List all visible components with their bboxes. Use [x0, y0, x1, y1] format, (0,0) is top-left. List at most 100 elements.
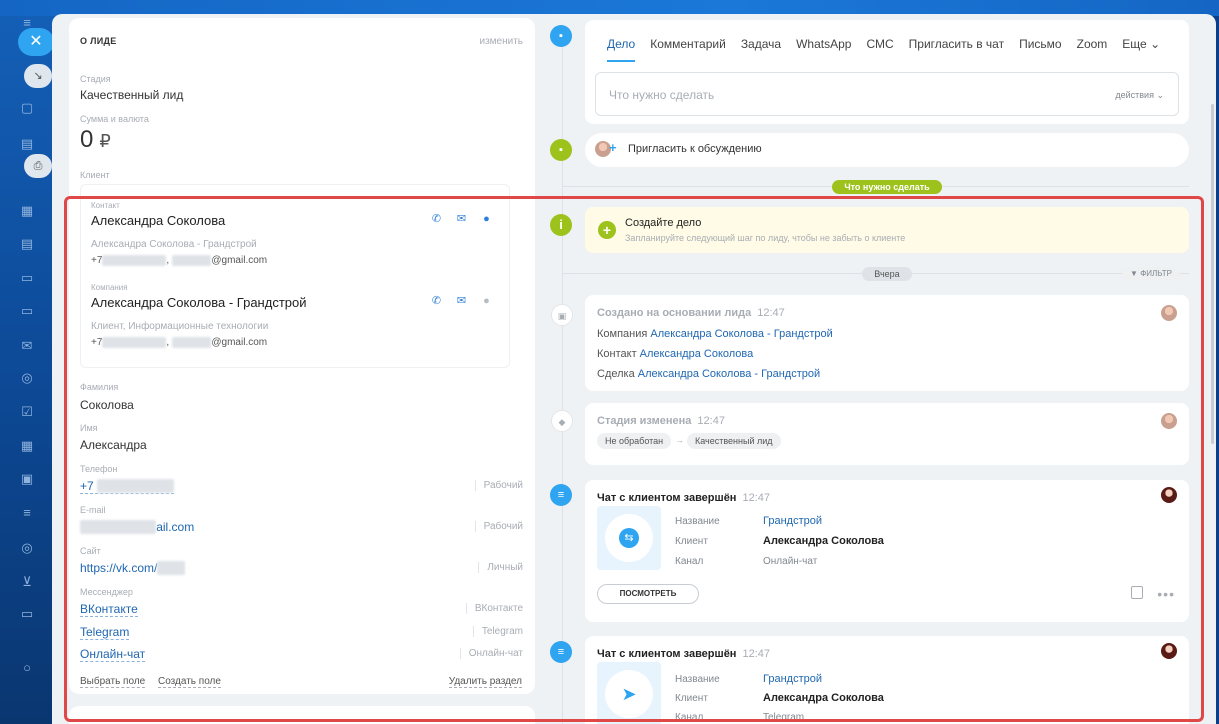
create-task-title: Создайте дело [625, 217, 702, 229]
sum-value[interactable]: 0 ₽ [80, 126, 111, 154]
lastname-value[interactable]: Соколова [80, 398, 134, 412]
tab-deal[interactable]: Дело [607, 37, 636, 62]
lead-info-card: О ЛИДЕ изменить Стадия Качественный лид … [69, 18, 535, 694]
edit-section-link[interactable]: изменить [479, 36, 523, 47]
event-company-row: Компания Александра Соколова - Грандстро… [597, 328, 833, 340]
create-task-subtitle: Запланируйте следующий шаг по лиду, чтоб… [625, 233, 906, 243]
add-icon[interactable]: + [598, 221, 616, 239]
tab-letter[interactable]: Письмо [1019, 37, 1062, 62]
section-footer: Выбрать поле Создать поле Удалить раздел [80, 676, 522, 688]
file-icon[interactable]: ▤ [18, 236, 36, 252]
phone-value[interactable]: +7 000 000 00 00 [80, 479, 174, 494]
sum-label: Сумма и валюта [80, 114, 149, 124]
name-label: Имя [80, 423, 98, 433]
invite-discussion-card[interactable]: + Пригласить к обсуждению [585, 133, 1189, 167]
tasks-icon[interactable]: ☑ [18, 404, 36, 420]
messenger-online-chat[interactable]: Онлайн-чат [80, 647, 146, 662]
mail-icon[interactable]: ✉ [18, 338, 36, 354]
user-avatar [1161, 413, 1177, 429]
stage-value[interactable]: Качественный лид [80, 88, 183, 102]
currency-symbol: ₽ [99, 131, 111, 151]
telegram-icon: ➤ [619, 684, 639, 704]
close-slider-button[interactable]: ✕ [18, 28, 54, 56]
activity-editor: Дело Комментарий Задача WhatsApp СМС При… [585, 20, 1189, 124]
chat-icon[interactable]: ● [480, 295, 493, 308]
print-icon[interactable]: ⎙ [24, 154, 52, 178]
chat-name-label: Название [675, 516, 720, 527]
document-icon[interactable]: ▤ [18, 136, 36, 152]
deal-link[interactable]: Александра Соколова - Грандстрой [638, 368, 820, 380]
cart-icon[interactable]: ⊻ [18, 574, 36, 590]
chat-channel-label: Канал [675, 556, 704, 567]
email-icon[interactable]: ✉ [455, 295, 468, 308]
event-title: Чат с клиентом завершён 12:47 [597, 648, 770, 660]
client-label: Клиент [80, 170, 110, 180]
name-value[interactable]: Александра [80, 438, 147, 452]
contact-label: Контакт [91, 201, 120, 210]
chat-channel-label: Канал [675, 712, 704, 723]
tab-sms[interactable]: СМС [866, 37, 893, 62]
todo-input[interactable]: Что нужно сделать действия ⌄ [595, 72, 1179, 116]
contact-link[interactable]: Александра Соколова [640, 348, 754, 360]
settings-icon[interactable]: ○ [18, 660, 36, 676]
chat-icon[interactable]: ▢ [18, 100, 36, 116]
phone-icon[interactable]: ✆ [430, 213, 443, 226]
chat-client-value: Александра Соколова [763, 692, 884, 704]
company-name[interactable]: Александра Соколова - Грандстрой [91, 295, 307, 310]
calendar-icon[interactable]: ▦ [18, 203, 36, 219]
target-icon[interactable]: ◎ [18, 540, 36, 556]
chevron-down-icon: ⌄ [1150, 37, 1161, 51]
crm-lead-slider: О ЛИДЕ изменить Стадия Качественный лид … [52, 14, 1216, 724]
tab-comment[interactable]: Комментарий [650, 37, 726, 62]
create-field-link[interactable]: Создать поле [158, 676, 221, 688]
phone-icon[interactable]: ✆ [430, 295, 443, 308]
board-icon[interactable]: ▭ [18, 270, 36, 286]
next-section-card [69, 706, 535, 724]
storage-icon[interactable]: ▭ [18, 303, 36, 319]
todo-pill: Что нужно сделать [832, 180, 942, 194]
choose-field-link[interactable]: Выбрать поле [80, 676, 146, 688]
calendar2-icon[interactable]: ▦ [18, 438, 36, 454]
user-avatar [1161, 487, 1177, 503]
event-title: Стадия изменена 12:47 [597, 415, 725, 427]
email-icon[interactable]: ✉ [455, 213, 468, 226]
contact-details: +7000 000 00 00, sokolova@gmail.com [91, 255, 268, 266]
event-chat-online: Чат с клиентом завершён 12:47 ⇆ Название … [585, 480, 1189, 622]
contacts-icon[interactable]: ◎ [18, 370, 36, 386]
site-value[interactable]: https://vk.com/sokol [80, 561, 186, 575]
tab-zoom[interactable]: Zoom [1077, 37, 1108, 62]
filter-button[interactable]: ▼ ФИЛЬТР [1122, 267, 1180, 281]
tab-more[interactable]: Еще ⌄ [1122, 37, 1160, 62]
company-link[interactable]: Александра Соколова - Грандстрой [650, 328, 832, 340]
contact-name[interactable]: Александра Соколова [91, 213, 225, 228]
create-task-card[interactable]: + Создайте дело Запланируйте следующий ш… [585, 207, 1189, 253]
chat-name-value[interactable]: Грандстрой [763, 515, 822, 527]
chat-name-value[interactable]: Грандстрой [763, 673, 822, 685]
messenger-vk[interactable]: ВКонтакте [80, 602, 138, 617]
chat-icon[interactable]: ● [480, 213, 493, 226]
messenger-vk-type: ВКонтакте [465, 603, 523, 614]
site-label: Сайт [80, 546, 101, 556]
online-chat-image: ⇆ [597, 506, 661, 570]
phone-label: Телефон [80, 464, 118, 474]
messenger-telegram-type: Telegram [472, 626, 523, 637]
timeline-scrollbar[interactable] [1211, 104, 1214, 444]
delete-section-link[interactable]: Удалить раздел [448, 676, 522, 688]
box-icon[interactable]: ▣ [18, 471, 36, 487]
chat-bubble-icon: ≡ [550, 641, 572, 663]
view-button[interactable]: ПОСМОТРЕТЬ [597, 584, 699, 604]
minimize-icon[interactable]: ↘ [24, 64, 52, 88]
note-icon[interactable] [1131, 586, 1143, 599]
tab-task[interactable]: Задача [741, 37, 781, 62]
messenger-telegram[interactable]: Telegram [80, 625, 130, 640]
more-icon[interactable]: ••• [1157, 587, 1175, 601]
event-chat-telegram: Чат с клиентом завершён 12:47 ➤ Название … [585, 636, 1189, 724]
email-value[interactable]: sokolova@gmail.com [80, 520, 194, 534]
chat-client-value: Александра Соколова [763, 535, 884, 547]
filter-icon[interactable]: ≡ [18, 505, 36, 521]
tab-invite-chat[interactable]: Пригласить в чат [909, 37, 1004, 62]
actions-dropdown[interactable]: действия ⌄ [1115, 90, 1164, 101]
store-icon[interactable]: ▭ [18, 606, 36, 622]
tab-whatsapp[interactable]: WhatsApp [796, 37, 851, 62]
lastname-label: Фамилия [80, 382, 119, 392]
